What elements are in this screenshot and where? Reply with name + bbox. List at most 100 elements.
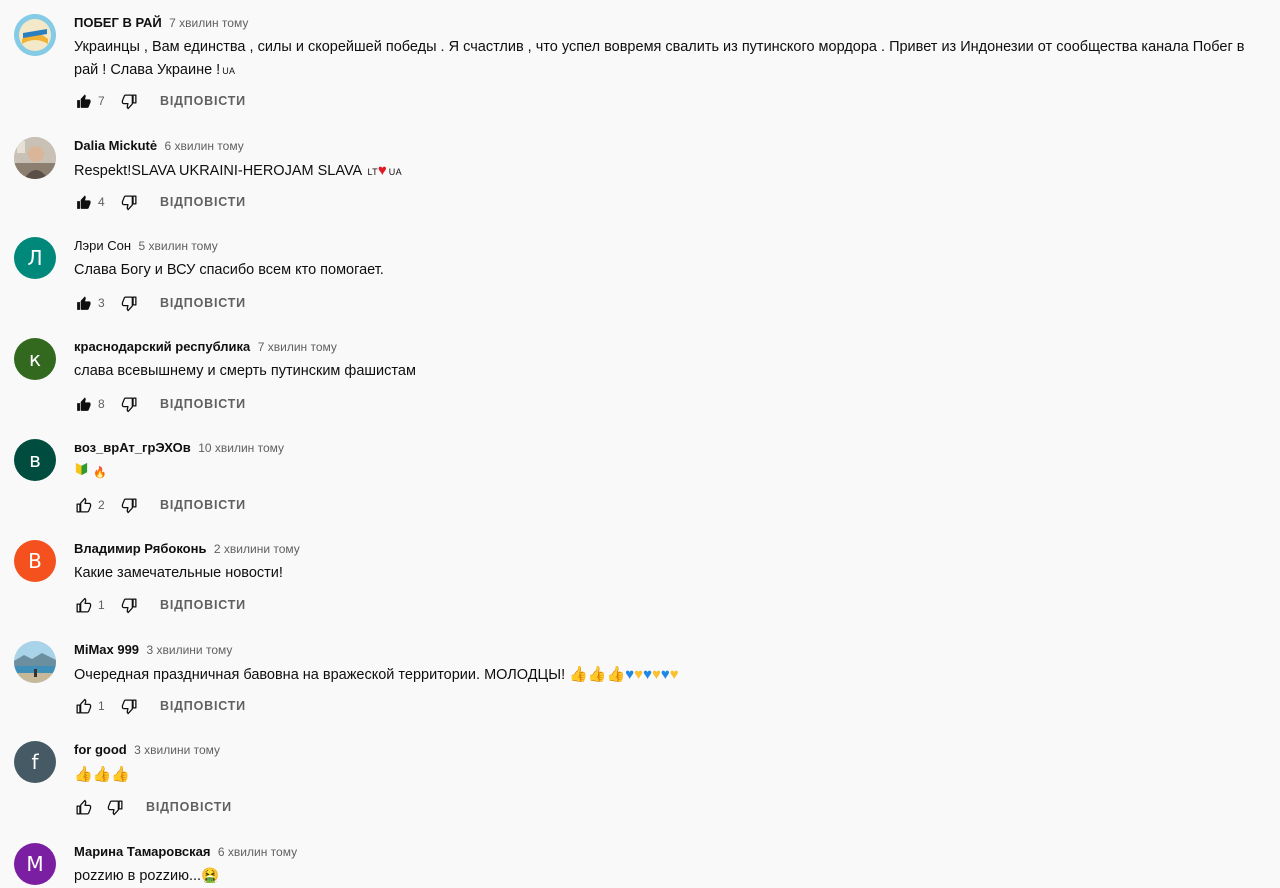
comment-text: 👍👍👍 [74, 763, 1269, 787]
reply-button[interactable]: ВІДПОВІСТИ [160, 296, 246, 310]
avatar[interactable]: в [14, 439, 56, 481]
comment-author[interactable]: краснодарский республика [74, 339, 250, 354]
comment-author[interactable]: for good [74, 742, 127, 757]
avatar[interactable]: к [14, 338, 56, 380]
thumbs-up-icon [75, 799, 91, 815]
comment-header: Dalia Mickutė 6 хвилин тому [74, 137, 1269, 155]
thumbs-down-icon [121, 93, 137, 109]
comment-actions: 3 ВІДПОВІСТИ [74, 293, 246, 313]
comment-time[interactable]: 6 хвилин тому [165, 139, 244, 153]
thumbs-up-emoji-icon: 👍 [92, 766, 112, 783]
comment-body: Марина Тамаровская 6 хвилин тому рozzию … [74, 843, 1269, 888]
thumbs-down-icon [121, 396, 137, 412]
comment-author[interactable]: Лэри Сон [74, 238, 131, 253]
dislike-button[interactable] [120, 596, 138, 614]
thumbs-down-icon [121, 194, 137, 210]
avatar[interactable]: М [14, 843, 56, 885]
comment-author[interactable]: Марина Тамаровская [74, 844, 210, 859]
dislike-button[interactable] [120, 92, 138, 110]
avatar-letter: Л [27, 246, 43, 270]
thumbs-up-icon [75, 597, 91, 613]
like-button[interactable] [74, 697, 92, 715]
comment-body: MiMax 999 3 хвилини тому Очередная празд… [74, 641, 1269, 687]
like-count: 4 [98, 195, 105, 209]
dislike-button[interactable] [120, 395, 138, 413]
comment-actions: 1 ВІДПОВІСТИ [74, 595, 246, 615]
comment-time[interactable]: 7 хвилин тому [169, 16, 248, 30]
avatar-letter: f [31, 750, 39, 774]
comment-text: рozzию в рozzию...🤮 [74, 865, 1269, 888]
reply-button[interactable]: ВІДПОВІСТИ [160, 598, 246, 612]
like-button[interactable] [74, 798, 92, 816]
comment-author[interactable]: Dalia Mickutė [74, 138, 157, 153]
comment-time[interactable]: 2 хвилини тому [214, 542, 300, 556]
thumbs-down-icon [121, 698, 137, 714]
dislike-button[interactable] [120, 294, 138, 312]
comment-body: Владимир Рябоконь 2 хвилини тому Какие з… [74, 540, 1269, 585]
avatar[interactable] [14, 137, 56, 179]
reply-button[interactable]: ВІДПОВІСТИ [160, 195, 246, 209]
blue-heart-icon: ♥ [625, 666, 635, 683]
nauseated-face-icon: 🤮 [201, 868, 220, 884]
lithuania-flag-icon: LT [367, 167, 378, 177]
comment-author[interactable]: Владимир Рябоконь [74, 541, 206, 556]
avatar[interactable]: Л [14, 237, 56, 279]
comment-text-content: Очередная праздничная бавовна на вражеск… [74, 667, 566, 683]
like-button[interactable] [74, 92, 92, 110]
avatar[interactable] [14, 14, 56, 56]
dislike-button[interactable] [106, 798, 124, 816]
comment-text-content: Какие замечательные новости! [74, 565, 283, 581]
comment-time[interactable]: 6 хвилин тому [218, 845, 297, 859]
like-count: 1 [98, 699, 105, 713]
channel-logo-icon [14, 14, 56, 56]
comment-text-content: слава всевышнему и смерть путинским фаши… [74, 363, 416, 379]
like-button[interactable] [74, 193, 92, 211]
comment-actions: 7 ВІДПОВІСТИ [74, 91, 246, 111]
comment-time[interactable]: 5 хвилин тому [139, 239, 218, 253]
comment-body: воз_врАт_грЭХОв 10 хвилин тому 🔥 [74, 439, 1269, 485]
ukraine-flag-icon: UA [222, 66, 236, 76]
dislike-button[interactable] [120, 697, 138, 715]
like-button[interactable] [74, 294, 92, 312]
comment-time[interactable]: 3 хвилини тому [134, 743, 220, 757]
comment-text-content: Украинцы , Вам единства , силы и скорейш… [74, 39, 1245, 78]
comment-header: MiMax 999 3 хвилини тому [74, 641, 1269, 659]
reply-button[interactable]: ВІДПОВІСТИ [160, 94, 246, 108]
thumbs-up-icon [75, 698, 91, 714]
dislike-button[interactable] [120, 496, 138, 514]
comment-actions: ВІДПОВІСТИ [74, 797, 232, 817]
thumbs-down-icon [121, 497, 137, 513]
blue-heart-icon: ♥ [660, 666, 670, 683]
avatar[interactable]: В [14, 540, 56, 582]
avatar[interactable] [14, 641, 56, 683]
comment-time[interactable]: 7 хвилин тому [258, 340, 337, 354]
thumbs-up-emoji-icon: 👍 [569, 666, 588, 683]
reply-button[interactable]: ВІДПОВІСТИ [160, 397, 246, 411]
thumbs-up-emoji-icon: 👍 [606, 666, 626, 683]
comment-header: Владимир Рябоконь 2 хвилини тому [74, 540, 1269, 558]
like-button[interactable] [74, 596, 92, 614]
comment-header: Марина Тамаровская 6 хвилин тому [74, 843, 1269, 861]
comment-text: Украинцы , Вам единства , силы и скорейш… [74, 36, 1269, 83]
comment-author[interactable]: MiMax 999 [74, 642, 139, 657]
like-button[interactable] [74, 395, 92, 413]
reply-button[interactable]: ВІДПОВІСТИ [146, 800, 232, 814]
comment-header: воз_врАт_грЭХОв 10 хвилин тому [74, 439, 1269, 457]
comment-body: Лэри Сон 5 хвилин тому Слава Богу и ВСУ … [74, 237, 1269, 282]
like-count: 8 [98, 397, 105, 411]
comment-author[interactable]: ПОБЕГ В РАЙ [74, 15, 162, 30]
comment-time[interactable]: 10 хвилин тому [198, 441, 284, 455]
like-button[interactable] [74, 496, 92, 514]
comment-body: краснодарский республика 7 хвилин тому с… [74, 338, 1269, 383]
comment-time[interactable]: 3 хвилини тому [147, 643, 233, 657]
reply-button[interactable]: ВІДПОВІСТИ [160, 498, 246, 512]
beginner-mark-icon [74, 462, 93, 480]
comment-header: ПОБЕГ В РАЙ 7 хвилин тому [74, 14, 1269, 32]
red-heart-icon: ♥ [377, 162, 387, 179]
avatar[interactable]: f [14, 741, 56, 783]
comment-actions: 2 ВІДПОВІСТИ [74, 495, 246, 515]
dislike-button[interactable] [120, 193, 138, 211]
comment-author[interactable]: воз_врАт_грЭХОв [74, 440, 191, 455]
yellow-heart-icon: ♥ [634, 666, 644, 683]
reply-button[interactable]: ВІДПОВІСТИ [160, 699, 246, 713]
